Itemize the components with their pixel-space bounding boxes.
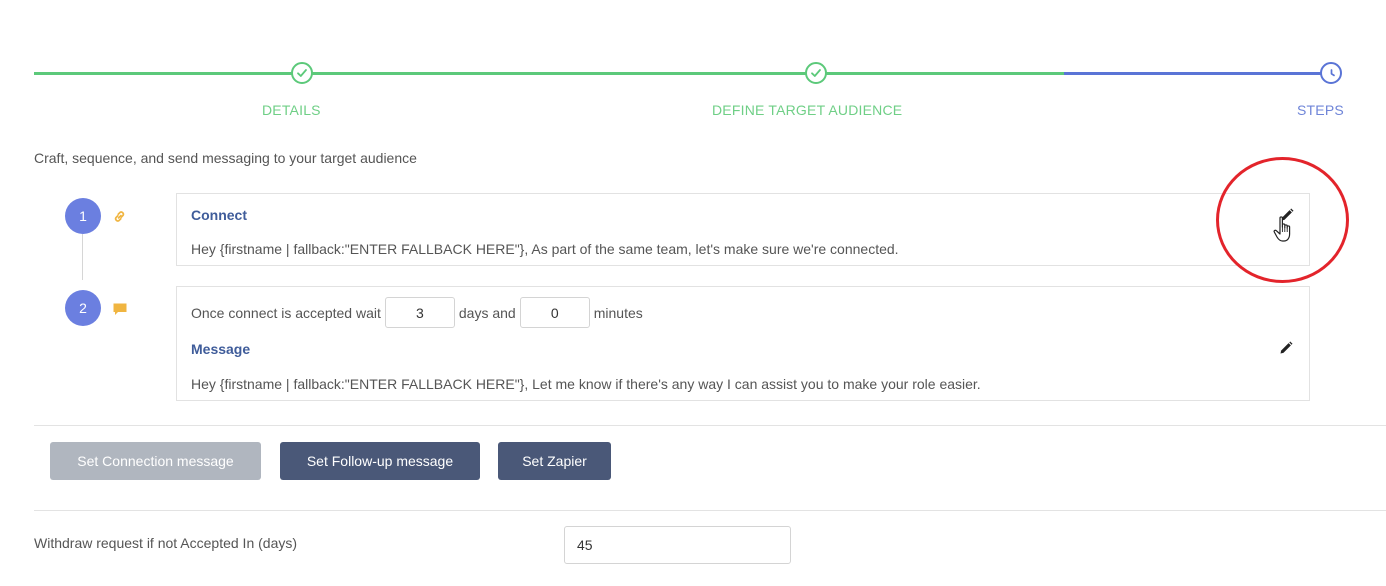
progress-stepper: DETAILS DEFINE TARGET AUDIENCE STEPS (0, 0, 1386, 130)
step-card-message: Once connect is accepted wait days and m… (176, 286, 1310, 401)
link-icon (112, 209, 127, 229)
step-card-connect: Connect Hey {firstname | fallback:"ENTER… (176, 193, 1310, 266)
step-label-details[interactable]: DETAILS (262, 102, 321, 118)
set-connection-message-button[interactable]: Set Connection message (50, 442, 261, 480)
section-divider (34, 425, 1386, 426)
chat-bubble-icon (112, 302, 128, 322)
wait-prefix-label: Once connect is accepted wait (191, 304, 381, 321)
stepper-progress-line-complete (34, 72, 1064, 75)
set-zapier-button[interactable]: Set Zapier (498, 442, 611, 480)
wait-minutes-label: minutes (593, 304, 643, 321)
step-connector-line (82, 234, 83, 280)
withdraw-days-input[interactable] (564, 526, 791, 564)
step-audience-check-icon (805, 62, 827, 84)
step-steps-clock-icon (1320, 62, 1342, 84)
wait-delay-row: Once connect is accepted wait days and m… (191, 297, 643, 328)
step-message-body: Hey {firstname | fallback:"ENTER FALLBAC… (191, 376, 981, 392)
wait-minutes-input[interactable] (519, 297, 590, 328)
withdraw-days-label: Withdraw request if not Accepted In (day… (34, 535, 298, 551)
stepper-progress-line-current (1064, 72, 1332, 75)
step-label-define-target-audience[interactable]: DEFINE TARGET AUDIENCE (712, 102, 902, 118)
section-divider (34, 510, 1386, 511)
wait-days-label: days and (458, 304, 516, 321)
step-title-connect: Connect (191, 207, 247, 223)
wait-days-input[interactable] (384, 297, 455, 328)
step-title-message: Message (191, 341, 251, 357)
hand-pointer-icon (1272, 214, 1296, 249)
step-number-badge: 1 (65, 198, 101, 234)
edit-pencil-icon[interactable] (1276, 338, 1296, 358)
step-details-check-icon (291, 62, 313, 84)
set-followup-message-button[interactable]: Set Follow-up message (280, 442, 480, 480)
step-label-steps[interactable]: STEPS (1297, 102, 1344, 118)
intro-text: Craft, sequence, and send messaging to y… (34, 150, 417, 166)
step-number-badge: 2 (65, 290, 101, 326)
step-message-body: Hey {firstname | fallback:"ENTER FALLBAC… (191, 241, 899, 257)
